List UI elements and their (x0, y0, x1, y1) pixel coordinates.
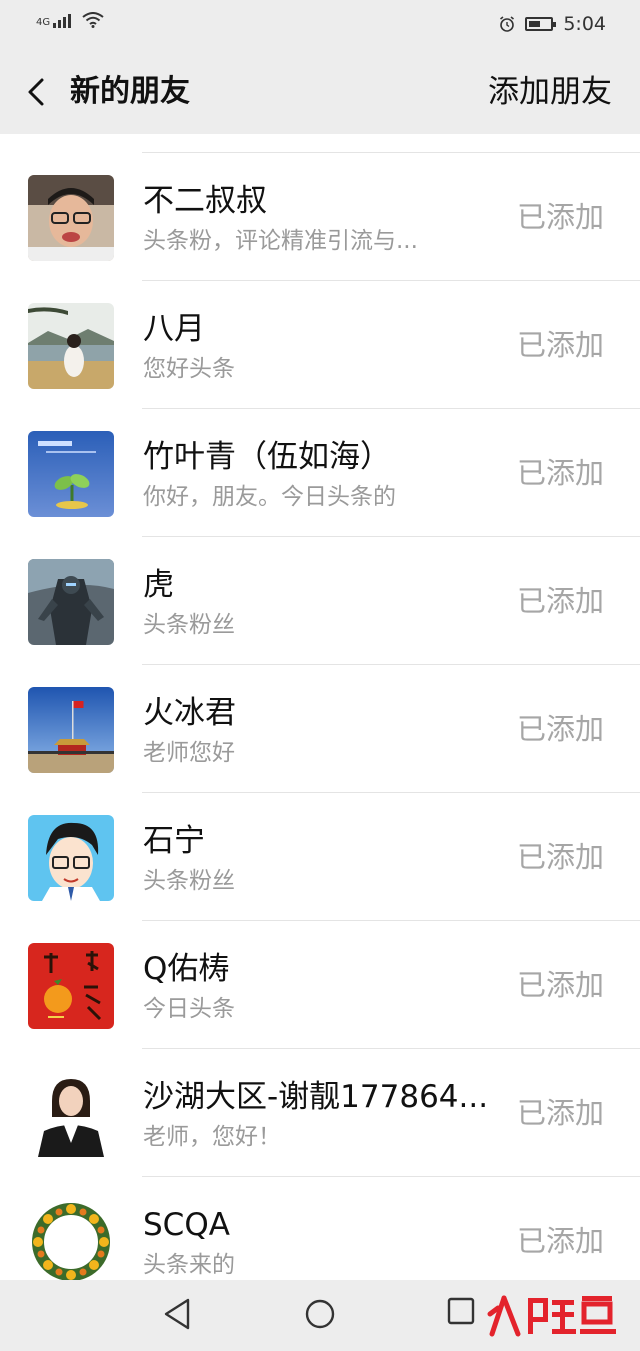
status-left: 4G (36, 12, 104, 28)
nav-bar: 新的朋友 添加朋友 (0, 50, 640, 134)
list-item[interactable]: 虎 头条粉丝 已添加 (0, 537, 640, 665)
list-item[interactable]: 竹叶青（伍如海） 你好，朋友。今日头条的 已添加 (0, 409, 640, 537)
contact-message: 头条粉丝 (143, 612, 235, 638)
page-title: 新的朋友 (70, 74, 190, 109)
back-button[interactable] (18, 72, 58, 112)
system-recent-button[interactable] (446, 1296, 478, 1328)
list-item[interactable]: 八月 您好头条 已添加 (0, 281, 640, 409)
chevron-left-icon (28, 78, 44, 106)
system-home-button[interactable] (302, 1294, 338, 1330)
avatar[interactable] (28, 431, 114, 517)
contact-name: SCQA (143, 1207, 230, 1243)
square-recent-icon (447, 1297, 475, 1325)
status-added-label: 已添加 (516, 584, 604, 618)
contact-name: 石宁 (143, 823, 205, 859)
status-time: 5:04 (563, 13, 606, 35)
contact-name: Q佑梼 (143, 951, 230, 987)
status-added-label: 已添加 (516, 328, 604, 362)
network-type-label: 4G (36, 17, 51, 28)
status-added-label: 已添加 (516, 712, 604, 746)
battery-icon (525, 17, 557, 31)
contact-message: 头条粉丝 (143, 868, 235, 894)
status-added-label: 已添加 (516, 1096, 604, 1130)
avatar[interactable] (28, 687, 114, 773)
circle-home-icon (305, 1299, 335, 1329)
status-right: 5:04 (499, 13, 606, 35)
list-item[interactable]: SCQA 头条来的 已添加 (0, 1177, 640, 1280)
alarm-icon (500, 16, 515, 32)
status-added-label: 已添加 (516, 1224, 604, 1258)
contact-name: 火冰君 (143, 695, 236, 731)
status-added-label: 已添加 (516, 456, 604, 490)
contact-message: 头条来的 (143, 1252, 235, 1278)
avatar[interactable] (28, 943, 114, 1029)
list-item[interactable]: 不二叔叔 头条粉，评论精准引流与... 已添加 (0, 153, 640, 281)
avatar[interactable] (28, 303, 114, 389)
signal-icon (53, 12, 72, 28)
wifi-icon (82, 12, 104, 28)
triangle-back-icon (164, 1298, 190, 1330)
watermark-logo (484, 1290, 624, 1340)
status-added-label: 已添加 (516, 968, 604, 1002)
list-item[interactable]: 火冰君 老师您好 已添加 (0, 665, 640, 793)
avatar[interactable] (28, 1071, 114, 1157)
contact-message: 您好头条 (143, 356, 235, 382)
list-item[interactable]: 沙湖大区-谢靓177864... 老师，您好！ 已添加 (0, 1049, 640, 1177)
contact-name: 竹叶青（伍如海） (143, 439, 391, 475)
battery-level-fill (529, 21, 541, 27)
avatar[interactable] (28, 175, 114, 261)
avatar[interactable] (28, 559, 114, 645)
contact-name: 不二叔叔 (143, 183, 267, 219)
friend-request-list: 不二叔叔 头条粉，评论精准引流与... 已添加 八月 您好头条 已添加 竹叶青（… (0, 134, 640, 1280)
system-back-button[interactable] (160, 1296, 196, 1332)
add-friend-button[interactable]: 添加朋友 (488, 72, 612, 112)
contact-message: 老师，您好！ (143, 1124, 281, 1150)
system-nav-bar (0, 1280, 640, 1351)
status-added-label: 已添加 (516, 200, 604, 234)
contact-message: 你好，朋友。今日头条的 (143, 484, 396, 510)
avatar[interactable] (28, 1199, 114, 1280)
contact-name: 八月 (143, 311, 205, 347)
status-added-label: 已添加 (516, 840, 604, 874)
contact-message: 今日头条 (143, 996, 235, 1022)
list-item[interactable]: 石宁 头条粉丝 已添加 (0, 793, 640, 921)
contact-name: 沙湖大区-谢靓177864... (143, 1079, 489, 1115)
status-bar: 4G 5:04 (0, 0, 640, 50)
contact-message: 头条粉，评论精准引流与... (143, 228, 418, 254)
list-item[interactable]: Q佑梼 今日头条 已添加 (0, 921, 640, 1049)
avatar[interactable] (28, 815, 114, 901)
contact-name: 虎 (143, 567, 174, 603)
contact-message: 老师您好 (143, 740, 235, 766)
